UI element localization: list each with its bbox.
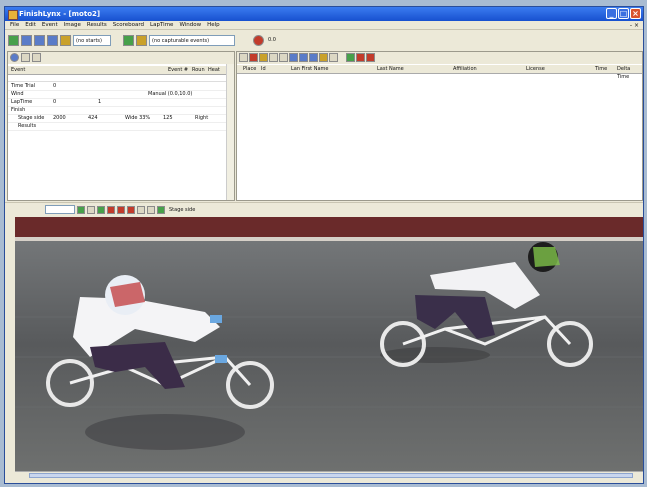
main-toolbar: (no starts) (no capturable events) 0.0 <box>5 31 643 49</box>
hair-line-icon[interactable] <box>127 205 135 214</box>
minimize-icon[interactable]: _ <box>606 8 617 19</box>
print-results-icon[interactable] <box>329 53 338 62</box>
save-icon[interactable] <box>299 53 308 62</box>
menu-bar: File Edit Event Image Results Scoreboard… <box>5 21 643 30</box>
results-toolbar <box>237 52 642 64</box>
finish-photo <box>15 217 643 471</box>
maximize-icon[interactable]: □ <box>618 8 629 19</box>
app-icon <box>8 10 18 20</box>
clear-icon[interactable] <box>366 53 375 62</box>
info-icon[interactable] <box>10 53 19 62</box>
camera-icon[interactable] <box>123 34 134 46</box>
title-bar[interactable]: FinishLynx - [moto2] _ □ × <box>5 7 643 21</box>
menu-file[interactable]: File <box>7 22 22 28</box>
starts-field[interactable]: (no starts) <box>73 34 111 46</box>
col-event[interactable]: Event <box>11 66 25 74</box>
import-icon[interactable] <box>309 53 318 62</box>
events-field[interactable]: (no capturable events) <box>149 34 235 46</box>
col-affiliation[interactable]: Affiliation <box>453 65 477 73</box>
capture-icon[interactable] <box>8 34 19 46</box>
results-panel: Place Id Lan First Name Last Name Affili… <box>236 51 643 201</box>
col-delta-time[interactable]: Delta Time <box>617 65 642 81</box>
camera-view-icon[interactable] <box>157 205 165 214</box>
results-header: Place Id Lan First Name Last Name Affili… <box>237 65 642 80</box>
menu-edit[interactable]: Edit <box>22 22 39 28</box>
property-row[interactable]: Results <box>8 123 228 131</box>
event-panel-header: Event Event # Roun Heat <box>8 66 234 75</box>
col-time[interactable]: Time <box>595 65 607 73</box>
image-toolbar: Stage side <box>5 202 643 216</box>
stage-side-label: Stage side <box>169 206 196 213</box>
lane-icon[interactable] <box>117 205 125 214</box>
contrast-icon[interactable] <box>137 205 145 214</box>
property-row[interactable]: Time Trial 0 <box>8 83 228 91</box>
property-row[interactable]: Stage side 2000 424 Wide 33% 125 Right <box>8 115 228 123</box>
event-properties: Time Trial 0 Wind Manual (0.0,10.0) LapT… <box>8 83 228 131</box>
property-row[interactable]: LapTime 0 1 <box>8 99 228 107</box>
col-place[interactable]: Place <box>243 65 256 73</box>
zoom-value: 0.0 <box>268 36 276 43</box>
menu-scoreboard[interactable]: Scoreboard <box>110 22 147 28</box>
col-heat[interactable]: Heat <box>208 66 220 74</box>
col-license[interactable]: License <box>526 65 545 73</box>
image-scroll-thumb[interactable] <box>29 473 633 478</box>
close-icon[interactable]: × <box>630 8 641 19</box>
mark-icon[interactable] <box>107 205 115 214</box>
print-image-icon[interactable] <box>147 205 155 214</box>
remove-row-icon[interactable] <box>356 53 365 62</box>
filter-icon[interactable] <box>319 53 328 62</box>
event-panel-toolbar <box>8 52 234 64</box>
finish-image[interactable] <box>15 217 643 471</box>
property-row[interactable]: Wind Manual (0.0,10.0) <box>8 91 228 99</box>
menu-window[interactable]: Window <box>176 22 204 28</box>
menu-results[interactable]: Results <box>84 22 110 28</box>
add-row-icon[interactable] <box>346 53 355 62</box>
edit-icon[interactable] <box>269 53 278 62</box>
lock-icon[interactable] <box>32 53 41 62</box>
menu-help[interactable]: Help <box>204 22 223 28</box>
desktop: FinishLynx - [moto2] _ □ × File Edit Eve… <box>0 0 647 487</box>
event-panel: Event Event # Roun Heat Time Trial 0 Win… <box>7 51 235 201</box>
move-icon[interactable] <box>97 205 105 214</box>
col-last-name[interactable]: Last Name <box>377 65 404 73</box>
col-id[interactable]: Id <box>261 65 266 73</box>
zoom-in-icon[interactable] <box>77 205 85 214</box>
window-title: FinishLynx - [moto2] <box>19 10 101 18</box>
finishlynx-window: FinishLynx - [moto2] _ □ × File Edit Eve… <box>4 6 644 484</box>
sort-icon[interactable] <box>279 53 288 62</box>
col-event-no[interactable]: Event # <box>168 66 188 74</box>
mdi-controls[interactable]: - × <box>630 22 643 29</box>
window-controls: _ □ × <box>606 8 641 19</box>
grid-icon[interactable] <box>239 53 248 62</box>
traffic-light-icon[interactable] <box>136 34 147 46</box>
open-event-icon[interactable] <box>21 34 32 46</box>
delete-icon[interactable] <box>249 53 258 62</box>
menu-laptime[interactable]: LapTime <box>147 22 176 28</box>
status-bar <box>5 479 643 483</box>
event-filter-row[interactable] <box>8 75 234 82</box>
frame-field[interactable] <box>45 205 75 214</box>
open-icon[interactable] <box>289 53 298 62</box>
col-round[interactable]: Roun <box>192 66 205 74</box>
col-first-name[interactable]: Lan First Name <box>291 65 328 73</box>
zoom-out-icon[interactable] <box>87 205 95 214</box>
menu-event[interactable]: Event <box>39 22 61 28</box>
find-icon[interactable] <box>259 53 268 62</box>
list-icon[interactable] <box>21 53 30 62</box>
record-icon[interactable] <box>253 34 264 46</box>
event-panel-scrollbar[interactable] <box>226 64 234 200</box>
property-row[interactable]: Finish <box>8 107 228 115</box>
menu-image[interactable]: Image <box>61 22 84 28</box>
print-icon[interactable] <box>47 34 58 46</box>
arm-icon[interactable] <box>60 34 71 46</box>
save-event-icon[interactable] <box>34 34 45 46</box>
